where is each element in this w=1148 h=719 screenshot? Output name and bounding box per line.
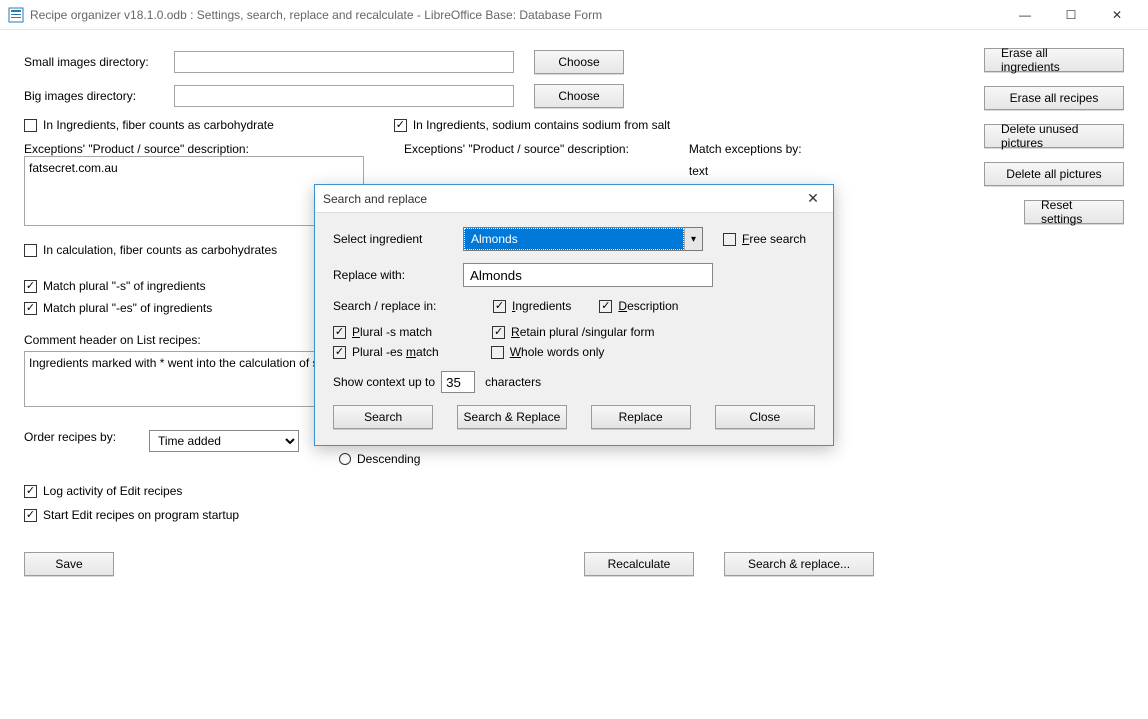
checkbox-icon (491, 346, 504, 359)
dialog-close-button[interactable]: ✕ (801, 190, 825, 207)
select-ingredient-dropdown[interactable]: Almonds ▾ (463, 227, 703, 251)
dialog-titlebar: Search and replace ✕ (315, 185, 833, 213)
checkbox-icon (333, 346, 346, 359)
search-replace-in-label: Search / replace in: (333, 299, 463, 313)
ingredients-label: Ingredients (512, 299, 571, 313)
description-check[interactable]: Description (599, 299, 678, 313)
chevron-down-icon: ▾ (684, 228, 702, 250)
context-pre-label: Show context up to (333, 375, 435, 389)
checkbox-icon (599, 300, 612, 313)
plural-s-match-check[interactable]: Plural -s match (333, 325, 432, 339)
ingredients-check[interactable]: Ingredients (493, 299, 571, 313)
free-search-label: Free search (742, 232, 806, 246)
dialog-search-button[interactable]: Search (333, 405, 433, 429)
checkbox-icon (492, 326, 505, 339)
replace-with-input[interactable] (463, 263, 713, 287)
plural-es-match-label: Plural -es match (352, 345, 439, 359)
overlay: Search and replace ✕ Select ingredient A… (0, 0, 1148, 719)
dialog-search-replace-button[interactable]: Search & Replace (457, 405, 566, 429)
whole-words-check[interactable]: Whole words only (491, 345, 605, 359)
whole-words-label: Whole words only (510, 345, 605, 359)
context-chars-input[interactable] (441, 371, 475, 393)
search-replace-dialog: Search and replace ✕ Select ingredient A… (314, 184, 834, 446)
plural-s-match-label: Plural -s match (352, 325, 432, 339)
context-post-label: characters (485, 375, 541, 389)
checkbox-icon (723, 233, 736, 246)
dialog-title: Search and replace (323, 192, 427, 206)
retain-plural-check[interactable]: Retain plural /singular form (492, 325, 654, 339)
dialog-replace-button[interactable]: Replace (591, 405, 691, 429)
plural-es-match-check[interactable]: Plural -es match (333, 345, 439, 359)
free-search-check[interactable]: Free search (723, 232, 806, 246)
dialog-close-button[interactable]: Close (715, 405, 815, 429)
description-label: Description (618, 299, 678, 313)
replace-with-label: Replace with: (333, 268, 463, 282)
select-ingredient-label: Select ingredient (333, 232, 463, 246)
select-ingredient-value: Almonds (464, 228, 684, 250)
retain-plural-label: Retain plural /singular form (511, 325, 654, 339)
checkbox-icon (333, 326, 346, 339)
checkbox-icon (493, 300, 506, 313)
